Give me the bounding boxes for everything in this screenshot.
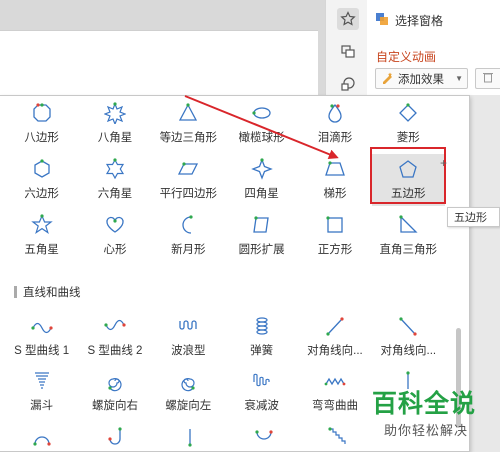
selection-pane-button[interactable]: 选择窗格 bbox=[375, 12, 443, 29]
arc-down-icon bbox=[33, 436, 51, 446]
document-area bbox=[0, 0, 325, 95]
staircase-icon bbox=[328, 427, 346, 444]
line-item-diagonal-down[interactable]: 对角线向... bbox=[372, 311, 445, 363]
add-effect-label: 添加效果 bbox=[398, 73, 444, 86]
four-point-star-icon bbox=[250, 158, 273, 180]
line-item-zigzag[interactable]: 弯弯曲曲 bbox=[298, 366, 371, 418]
mouse-cursor-icon: + bbox=[440, 156, 448, 170]
circle-expand-icon bbox=[252, 216, 269, 233]
football-icon bbox=[252, 107, 271, 119]
j-curve-icon bbox=[108, 427, 122, 445]
chevron-down-icon: ▼ bbox=[455, 74, 463, 83]
line-item-funnel[interactable]: 漏斗 bbox=[5, 366, 78, 418]
line-item-s-curve-1[interactable]: S 型曲线 1 bbox=[5, 311, 78, 363]
line-item-diagonal-up[interactable]: 对角线向... bbox=[298, 311, 371, 363]
square-icon bbox=[326, 216, 343, 233]
parallelogram-icon bbox=[178, 162, 199, 175]
line-item-line-down[interactable] bbox=[153, 422, 227, 451]
shape-item-four-point-star[interactable]: 四角星 bbox=[225, 154, 298, 206]
shape-item-heart[interactable]: 心形 bbox=[78, 210, 151, 262]
eight-point-star-icon bbox=[103, 102, 126, 124]
heart-icon bbox=[106, 216, 124, 233]
six-point-star-icon bbox=[105, 158, 125, 180]
hexagon-icon bbox=[34, 159, 50, 178]
watermark-title: 百科全说 bbox=[372, 389, 477, 418]
line-down-icon bbox=[188, 429, 192, 447]
document-page bbox=[0, 30, 318, 95]
u-curve-icon bbox=[255, 430, 273, 440]
shape-item-parallelogram[interactable]: 平行四边形 bbox=[152, 154, 225, 206]
line-item-spring[interactable]: 弹簧 bbox=[225, 311, 298, 363]
s-curve-2-icon bbox=[104, 319, 126, 331]
selection-pane-label: 选择窗格 bbox=[395, 14, 444, 28]
custom-animation-pane: 选择窗格 自定义动画 添加效果 ▼ bbox=[367, 0, 500, 95]
watermark-tagline: 助你轻松解决 bbox=[384, 423, 469, 438]
shape-item-six-point-star[interactable]: 六角星 bbox=[78, 154, 151, 206]
shape-item-crescent[interactable]: 新月形 bbox=[152, 210, 225, 262]
shape-item-trapezoid[interactable]: 梯形 bbox=[298, 154, 371, 206]
funnel-icon bbox=[34, 372, 49, 389]
zigzag-icon bbox=[324, 377, 346, 386]
diagonal-down-right-icon bbox=[399, 317, 417, 336]
shape-item-circle-expand[interactable]: 圆形扩展 bbox=[225, 210, 298, 262]
equilateral-triangle-icon bbox=[179, 103, 198, 121]
shapes-icon[interactable] bbox=[337, 72, 359, 94]
octagon-icon bbox=[33, 103, 51, 122]
section-divider bbox=[14, 286, 17, 298]
diamond-icon bbox=[399, 103, 418, 122]
line-row: S 型曲线 1 S 型曲线 2 波浪型 弹簧 对角线向... 对角线向... bbox=[5, 311, 445, 363]
transition-icon[interactable] bbox=[337, 40, 359, 62]
line-item-spiral-right[interactable]: 螺旋向右 bbox=[78, 366, 151, 418]
wave-icon bbox=[179, 320, 197, 330]
shape-item-eight-point-star[interactable]: 八角星 bbox=[78, 98, 151, 150]
pane-title: 自定义动画 bbox=[376, 50, 437, 64]
teardrop-icon bbox=[328, 103, 342, 123]
line-item-staircase[interactable] bbox=[301, 422, 375, 451]
shape-item-teardrop[interactable]: 泪滴形 bbox=[298, 98, 371, 150]
shape-item-five-point-star[interactable]: 五角星 bbox=[5, 210, 78, 262]
five-point-star-icon bbox=[30, 214, 53, 234]
delete-button[interactable] bbox=[475, 68, 500, 89]
line-item-decaying-wave[interactable]: 衰减波 bbox=[225, 366, 298, 418]
line-item-s-curve-2[interactable]: S 型曲线 2 bbox=[78, 311, 151, 363]
shape-item-diamond[interactable]: 菱形 bbox=[372, 98, 445, 150]
right-triangle-icon bbox=[399, 215, 418, 233]
diagonal-up-right-icon bbox=[326, 317, 344, 336]
animation-star-icon[interactable] bbox=[337, 8, 359, 30]
s-curve-1-icon bbox=[31, 322, 53, 334]
decaying-wave-icon bbox=[253, 373, 270, 387]
trapezoid-icon bbox=[325, 161, 345, 176]
shape-item-right-triangle[interactable]: 直角三角形 bbox=[372, 210, 445, 262]
spiral-left-icon bbox=[181, 378, 195, 392]
add-effect-button[interactable]: 添加效果 ▼ bbox=[375, 68, 468, 89]
tooltip: 五边形 bbox=[447, 207, 500, 227]
line-item-spiral-left[interactable]: 螺旋向左 bbox=[152, 366, 225, 418]
shape-item-octagon[interactable]: 八边形 bbox=[5, 98, 78, 150]
line-item-u-curve[interactable] bbox=[227, 422, 301, 451]
shape-item-hexagon[interactable]: 六边形 bbox=[5, 154, 78, 206]
line-item-j-curve[interactable] bbox=[79, 422, 153, 451]
line-item-wave[interactable]: 波浪型 bbox=[152, 311, 225, 363]
spiral-right-icon bbox=[108, 378, 122, 392]
selection-pane-icon bbox=[375, 12, 389, 29]
section-title: 直线和曲线 bbox=[23, 287, 81, 299]
shape-row: 八边形 八角星 等边三角形 橄榄球形 泪滴形 菱形 bbox=[5, 98, 445, 150]
right-toolbar-rail bbox=[325, 0, 367, 95]
shape-item-football[interactable]: 橄榄球形 bbox=[225, 98, 298, 150]
crescent-icon bbox=[182, 215, 193, 234]
add-effect-icon bbox=[381, 71, 394, 87]
shape-item-square[interactable]: 正方形 bbox=[298, 210, 371, 262]
shape-row: 五角星 心形 新月形 圆形扩展 正方形 直角三角形 bbox=[5, 210, 445, 262]
shape-item-equilateral-triangle[interactable]: 等边三角形 bbox=[152, 98, 225, 150]
section-header-lines-curves: 直线和曲线 bbox=[14, 284, 81, 300]
trash-icon bbox=[482, 71, 494, 86]
watermark-logo: 百科全说 助你轻松解决 bbox=[372, 390, 492, 439]
spring-icon bbox=[256, 317, 268, 335]
highlight-box bbox=[370, 147, 446, 204]
line-item-arc[interactable] bbox=[5, 422, 79, 451]
